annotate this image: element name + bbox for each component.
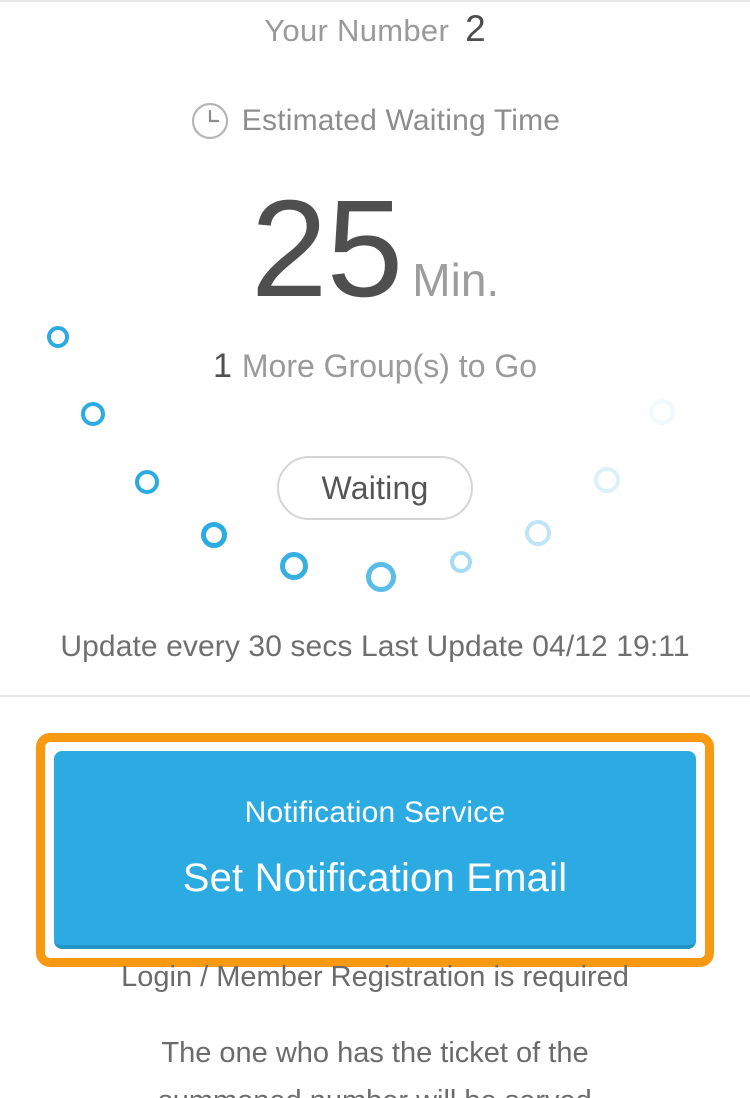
last-update-text: Update every 30 secs Last Update 04/12 1… [60, 630, 690, 663]
spinner-dot [525, 520, 551, 546]
spinner-dot [450, 551, 472, 573]
estimated-waiting-time-label: Estimated Waiting Time [241, 104, 561, 137]
login-required-note: Login / Member Registration is required [121, 961, 629, 993]
spinner-dot [135, 470, 159, 494]
spinner-dot [47, 326, 69, 348]
set-notification-email-label: Set Notification Email [182, 855, 568, 900]
status-badge-label: Waiting [321, 469, 429, 506]
spinner-dot [280, 552, 308, 580]
notification-service-label: Notification Service [244, 795, 506, 829]
footer-note: The one who has the ticket of the summon… [0, 1029, 750, 1098]
estimated-waiting-time-row: Estimated Waiting Time [0, 100, 750, 147]
queue-ticket-screen: Your Number 2 Estimated Waiting Time 25 Mi… [0, 0, 750, 1098]
spinner-dot [81, 402, 105, 426]
groups-to-go-count: 1 [212, 347, 232, 385]
status-badge: Waiting [277, 456, 473, 520]
spinner-dot [594, 467, 620, 493]
your-number-label: Your Number [264, 13, 450, 48]
groups-to-go-row: 1 More Group(s) to Go [0, 347, 750, 386]
clock-icon [190, 101, 230, 141]
notification-highlight-ring: Notification Service Set Notification Em… [36, 733, 714, 967]
groups-to-go-label: More Group(s) to Go [241, 348, 538, 384]
queue-status-panel: Your Number 2 Estimated Waiting Time 25 Mi… [0, 2, 750, 696]
footer-note-line-1: The one who has the ticket of the [161, 1037, 589, 1069]
section-divider [0, 695, 750, 697]
waiting-minutes-row: 25 Min. [0, 170, 750, 329]
spinner-dot [201, 522, 227, 548]
footer-note-line-2: summoned number will be served [0, 1077, 750, 1098]
your-number-value: 2 [465, 8, 486, 49]
set-notification-email-button[interactable]: Notification Service Set Notification Em… [54, 751, 696, 949]
waiting-minutes-unit: Min. [412, 254, 500, 306]
your-number-row: Your Number 2 [0, 8, 750, 50]
spinner-dot [366, 562, 396, 592]
waiting-minutes-value: 25 [250, 172, 403, 326]
spinner-dot [649, 399, 675, 425]
